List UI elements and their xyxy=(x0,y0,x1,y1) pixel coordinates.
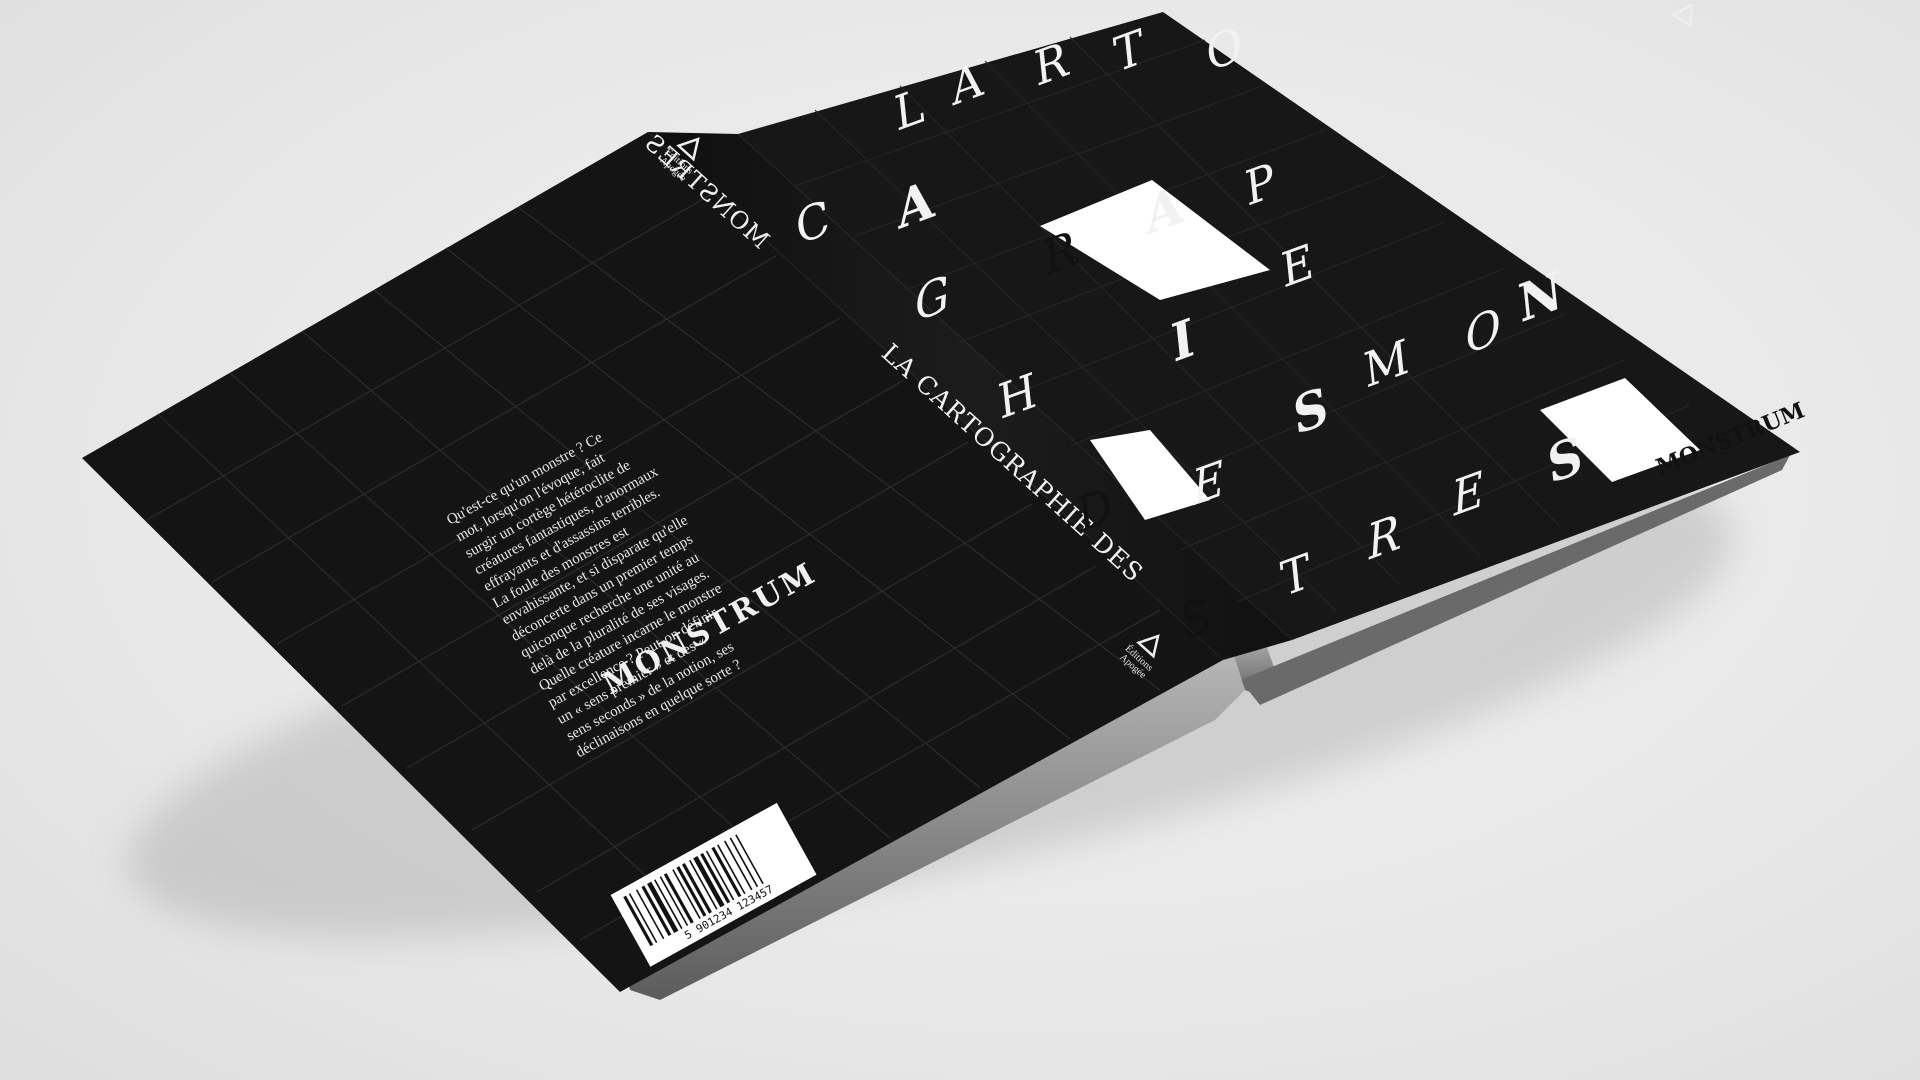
title-letter: E xyxy=(1279,234,1316,300)
title-letter: S xyxy=(1179,587,1214,652)
title-letter: P xyxy=(1243,153,1278,218)
title-letter: E xyxy=(1449,462,1487,528)
cover-publisher-logo: Éditions Apogée xyxy=(1656,2,1694,52)
title-letter: C xyxy=(793,190,832,257)
title-letter: L xyxy=(892,78,926,143)
title-letter: S xyxy=(1545,423,1585,496)
title-letter: A xyxy=(947,51,986,118)
book-mockup-scene: Qu'est-ce qu'un monstre ? Cemot, lorsqu'… xyxy=(82,2,1808,1000)
title-letter: T xyxy=(1112,20,1147,85)
title-letter: E xyxy=(1189,451,1227,517)
title-letter: T xyxy=(1278,544,1313,609)
title-letter: S xyxy=(1290,374,1330,447)
